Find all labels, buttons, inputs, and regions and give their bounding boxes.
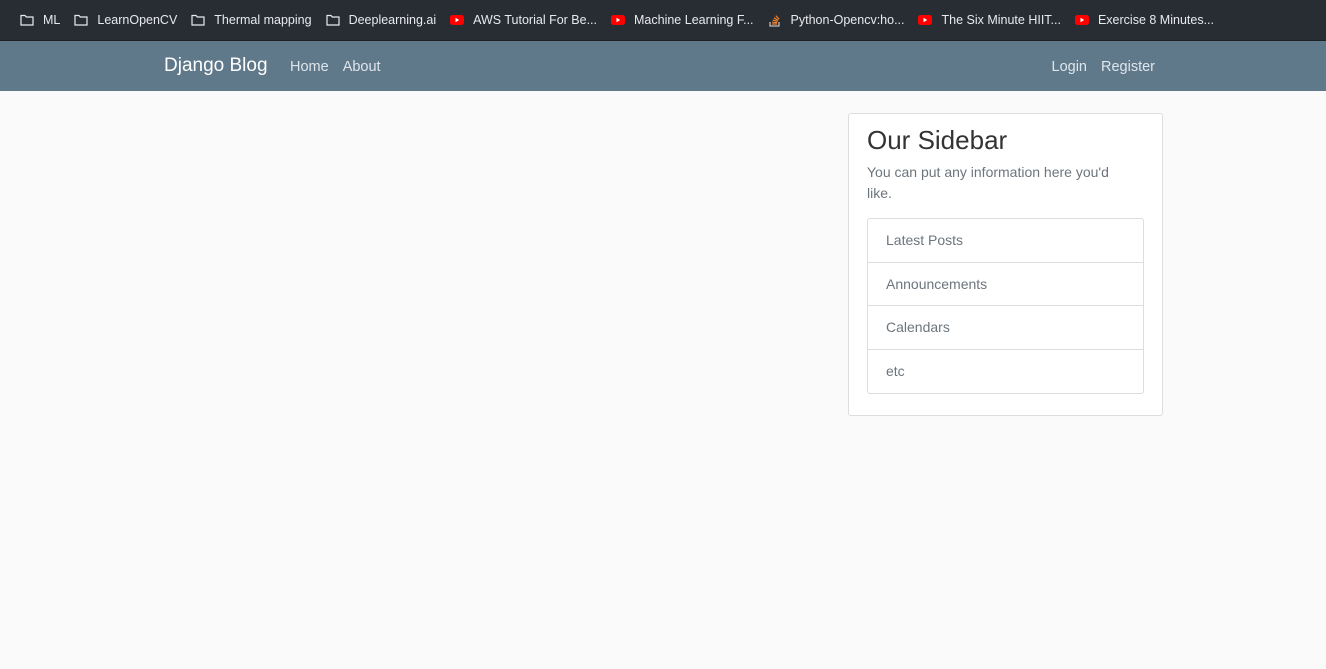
bookmark-thermal-mapping[interactable]: Thermal mapping [187,6,315,34]
bookmark-label: ML [43,13,61,27]
bookmark-label: LearnOpenCV [97,13,178,27]
bookmark-label: Machine Learning F... [634,13,754,27]
nav-right: Login Register [1052,59,1155,75]
youtube-icon [918,13,933,27]
bookmark-label: The Six Minute HIIT... [941,13,1061,27]
nav-left: Home About [290,59,395,75]
bookmark-six-minute-hiit[interactable]: The Six Minute HIIT... [914,6,1064,34]
youtube-icon [1074,13,1089,27]
bookmark-python-opencv[interactable]: Python-Opencv:ho... [764,6,909,34]
bookmark-label: Exercise 8 Minutes... [1097,13,1214,27]
sidebar-item-announcements[interactable]: Announcements [868,263,1143,306]
stackoverflow-icon [768,13,782,27]
nav-home-link[interactable]: Home [290,59,329,75]
sidebar-item-etc[interactable]: etc [868,350,1143,394]
bookmark-learnopencv[interactable]: LearnOpenCV [70,6,181,34]
bookmark-label: Thermal mapping [214,13,312,27]
youtube-icon [450,13,465,27]
brand-link[interactable]: Django Blog [164,55,268,77]
folder-icon [74,13,88,27]
bookmark-label: AWS Tutorial For Be... [473,13,598,27]
nav-login-link[interactable]: Login [1052,59,1087,75]
bookmark-aws-tutorial[interactable]: AWS Tutorial For Be... [446,6,601,34]
youtube-icon [611,13,626,27]
sidebar-item-latest-posts[interactable]: Latest Posts [868,219,1143,263]
bookmark-label: Python-Opencv:ho... [790,13,905,27]
sidebar-card: Our Sidebar You can put any information … [848,113,1163,416]
bookmark-ml[interactable]: ML [16,6,64,34]
bookmark-machine-learning[interactable]: Machine Learning F... [607,6,758,34]
nav-about-link[interactable]: About [343,59,381,75]
folder-icon [191,13,205,27]
site-navbar: Django Blog Home About Login Register [0,41,1326,91]
sidebar-list: Latest Posts Announcements Calendars etc [867,218,1144,394]
sidebar-item-calendars[interactable]: Calendars [868,306,1143,350]
bookmark-deeplearning-ai[interactable]: Deeplearning.ai [322,6,441,34]
folder-icon [325,13,340,27]
sidebar-title: Our Sidebar [867,125,1008,155]
folder-icon [20,13,34,27]
bookmark-exercise-8-minutes[interactable]: Exercise 8 Minutes... [1071,6,1218,34]
bookmark-label: Deeplearning.ai [348,13,437,27]
nav-register-link[interactable]: Register [1101,59,1155,75]
bookmarks-bar: ML LearnOpenCV Thermal mapping Deeplearn… [0,0,1326,41]
sidebar-description: You can put any information here you'd l… [867,164,1109,201]
